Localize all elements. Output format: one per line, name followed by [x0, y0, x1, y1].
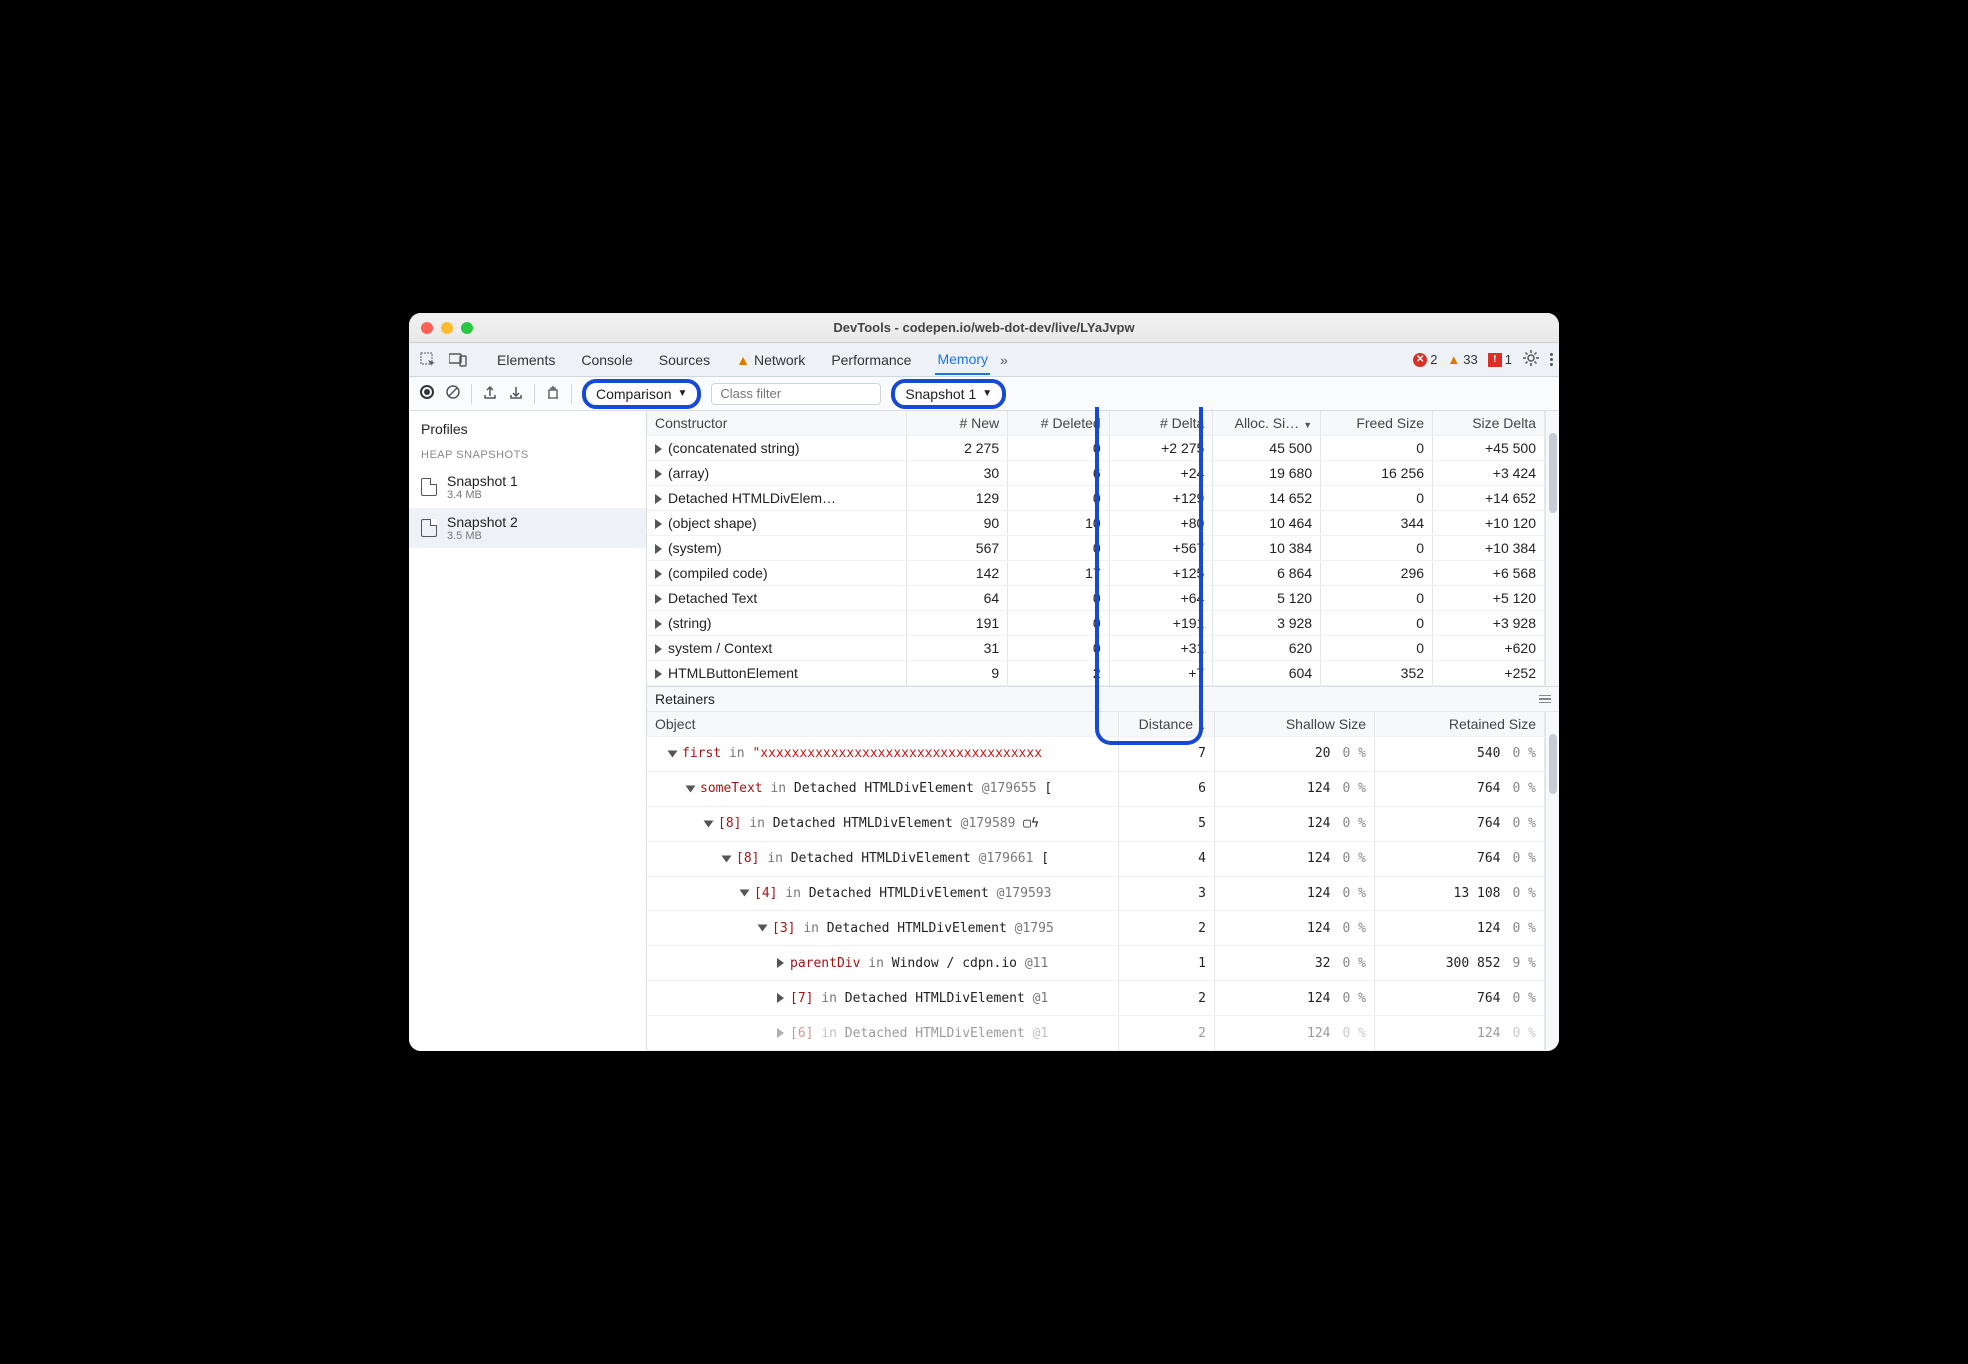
- table-row[interactable]: [8] in Detached HTMLDivElement @179589 ▢…: [647, 806, 1545, 841]
- retainers-table: ObjectDistanceShallow SizeRetained Size …: [647, 712, 1559, 1051]
- main-pane: Constructor# New# Deleted# DeltaAlloc. S…: [647, 411, 1559, 1051]
- expand-icon[interactable]: [777, 1028, 784, 1038]
- load-profile-icon[interactable]: [482, 384, 498, 403]
- minimize-icon[interactable]: [441, 322, 453, 334]
- chevron-down-icon: ▼: [677, 388, 687, 399]
- expand-icon[interactable]: [655, 669, 662, 679]
- table-row[interactable]: first in "xxxxxxxxxxxxxxxxxxxxxxxxxxxxxx…: [647, 737, 1545, 772]
- column-header[interactable]: Shallow Size: [1215, 712, 1375, 737]
- close-icon[interactable]: [421, 322, 433, 334]
- table-row[interactable]: Detached Text640+645 1200+5 120: [647, 586, 1545, 611]
- column-header[interactable]: Alloc. Si…: [1213, 411, 1321, 436]
- expand-icon[interactable]: [740, 890, 750, 897]
- chevron-down-icon: ▼: [982, 388, 992, 399]
- expand-icon[interactable]: [655, 494, 662, 504]
- expand-icon[interactable]: [655, 469, 662, 479]
- save-profile-icon[interactable]: [508, 384, 524, 403]
- devtools-tab-bar: Elements Console Sources ▲Network Performanc…: [409, 343, 1559, 377]
- clear-icon[interactable]: [445, 384, 461, 403]
- table-row[interactable]: HTMLButtonElement92+7604352+252: [647, 661, 1545, 686]
- sidebar-title: Profiles: [409, 411, 646, 443]
- snapshot-icon: [421, 478, 437, 496]
- tab-network[interactable]: ▲Network: [734, 346, 807, 374]
- tab-memory[interactable]: Memory: [935, 345, 990, 375]
- panel-body: Profiles HEAP SNAPSHOTS Snapshot 13.4 MB…: [409, 411, 1559, 1051]
- baseline-select[interactable]: Snapshot 1▼: [891, 379, 1006, 409]
- expand-icon[interactable]: [777, 993, 784, 1003]
- expand-icon[interactable]: [686, 785, 696, 792]
- warning-count[interactable]: ▲33: [1447, 352, 1477, 367]
- expand-icon[interactable]: [655, 519, 662, 529]
- zoom-icon[interactable]: [461, 322, 473, 334]
- expand-icon[interactable]: [655, 594, 662, 604]
- column-header[interactable]: Distance: [1119, 712, 1215, 737]
- table-row[interactable]: system / Context310+316200+620: [647, 636, 1545, 661]
- title-bar: DevTools - codepen.io/web-dot-dev/live/L…: [409, 313, 1559, 343]
- expand-icon[interactable]: [704, 820, 714, 827]
- table-row[interactable]: [6] in Detached HTMLDivElement @121240 %…: [647, 1016, 1545, 1051]
- column-header[interactable]: # Deleted: [1008, 411, 1110, 436]
- column-header[interactable]: Constructor: [647, 411, 906, 436]
- column-header[interactable]: Object: [647, 712, 1119, 737]
- error-count[interactable]: ✕2: [1413, 352, 1437, 367]
- table-row[interactable]: (string)1910+1913 9280+3 928: [647, 611, 1545, 636]
- view-select[interactable]: Comparison▼: [582, 379, 701, 409]
- more-menu-icon[interactable]: [1550, 353, 1553, 366]
- table-row[interactable]: (system)5670+56710 3840+10 384: [647, 536, 1545, 561]
- snapshot-item[interactable]: Snapshot 23.5 MB: [409, 508, 646, 549]
- expand-icon[interactable]: [655, 444, 662, 454]
- expand-icon[interactable]: [777, 958, 784, 968]
- tab-sources[interactable]: Sources: [657, 346, 712, 374]
- issues-count[interactable]: !1: [1488, 352, 1512, 367]
- table-row[interactable]: parentDiv in Window / cdpn.io @111320 %3…: [647, 946, 1545, 981]
- devtools-window: DevTools - codepen.io/web-dot-dev/live/L…: [409, 313, 1559, 1051]
- expand-icon[interactable]: [722, 855, 732, 862]
- table-row[interactable]: [4] in Detached HTMLDivElement @17959331…: [647, 876, 1545, 911]
- table-row[interactable]: [3] in Detached HTMLDivElement @17952124…: [647, 911, 1545, 946]
- retainers-header: Retainers: [647, 686, 1559, 712]
- record-icon[interactable]: [419, 384, 435, 403]
- settings-icon[interactable]: [1522, 349, 1540, 370]
- scrollbar[interactable]: [1545, 411, 1559, 686]
- expand-icon[interactable]: [668, 750, 678, 757]
- profiles-sidebar: Profiles HEAP SNAPSHOTS Snapshot 13.4 MB…: [409, 411, 647, 1051]
- table-row[interactable]: Detached HTMLDivElem…1290+12914 6520+14 …: [647, 486, 1545, 511]
- scrollbar[interactable]: [1545, 712, 1559, 1051]
- snapshot-icon: [421, 519, 437, 537]
- table-row[interactable]: [8] in Detached HTMLDivElement @179661 […: [647, 841, 1545, 876]
- device-toolbar-icon[interactable]: [449, 351, 467, 369]
- tab-performance[interactable]: Performance: [829, 346, 913, 374]
- table-row[interactable]: [7] in Detached HTMLDivElement @121240 %…: [647, 981, 1545, 1016]
- more-tabs-icon[interactable]: »: [1000, 352, 1008, 368]
- element-picker-icon[interactable]: [419, 351, 437, 369]
- table-row[interactable]: (object shape)9010+8010 464344+10 120: [647, 511, 1545, 536]
- column-header[interactable]: Retained Size: [1375, 712, 1545, 737]
- column-header[interactable]: # Delta: [1109, 411, 1213, 436]
- collect-garbage-icon[interactable]: [545, 384, 561, 403]
- snapshot-item[interactable]: Snapshot 13.4 MB: [409, 467, 646, 508]
- expand-icon[interactable]: [655, 619, 662, 629]
- table-row[interactable]: someText in Detached HTMLDivElement @179…: [647, 771, 1545, 806]
- column-header[interactable]: Freed Size: [1321, 411, 1433, 436]
- retainers-menu-icon[interactable]: [1539, 695, 1551, 704]
- table-row[interactable]: (concatenated string)2 2750+2 27545 5000…: [647, 436, 1545, 461]
- expand-icon[interactable]: [655, 569, 662, 579]
- class-filter-input[interactable]: [711, 383, 881, 405]
- memory-toolbar: Comparison▼ Snapshot 1▼: [409, 377, 1559, 411]
- expand-icon[interactable]: [758, 925, 768, 932]
- tab-elements[interactable]: Elements: [495, 346, 557, 374]
- comparison-table: Constructor# New# Deleted# DeltaAlloc. S…: [647, 411, 1559, 686]
- window-title: DevTools - codepen.io/web-dot-dev/live/L…: [409, 320, 1559, 335]
- table-row[interactable]: (array)306+2419 68016 256+3 424: [647, 461, 1545, 486]
- expand-icon[interactable]: [655, 544, 662, 554]
- table-row[interactable]: (compiled code)14217+1256 864296+6 568: [647, 561, 1545, 586]
- sidebar-section: HEAP SNAPSHOTS: [409, 443, 646, 467]
- retainers-title: Retainers: [655, 691, 715, 707]
- tab-console[interactable]: Console: [579, 346, 634, 374]
- column-header[interactable]: # New: [906, 411, 1008, 436]
- window-controls: [421, 322, 473, 334]
- column-header[interactable]: Size Delta: [1433, 411, 1545, 436]
- expand-icon[interactable]: [655, 644, 662, 654]
